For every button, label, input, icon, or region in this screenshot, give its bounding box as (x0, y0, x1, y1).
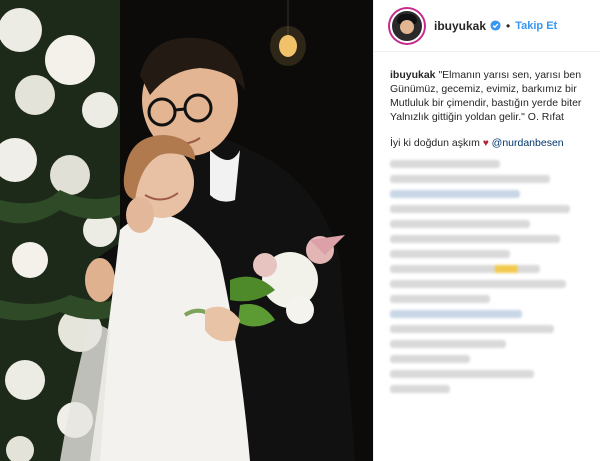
avatar[interactable] (390, 8, 424, 43)
caption-username[interactable]: ibuyukak (390, 69, 436, 81)
verified-badge-icon (490, 20, 501, 31)
post-photo[interactable] (0, 0, 373, 461)
username[interactable]: ibuyukak (434, 19, 486, 33)
caption-line-3: Mutluluk bir çimendir, bastığın yerde bi… (390, 97, 582, 109)
caption-line-4: Yalnızlık gittiğin yoldan gelir." O. Rıf… (390, 111, 564, 123)
caption-line-2: Günümüz, gecemiz, evimiz, barkımız bir (390, 83, 577, 95)
follow-button[interactable]: Takip Et (515, 20, 557, 32)
heart-icon: ♥ (482, 138, 489, 149)
caption-line-1: "Elmanın yarısı sen, yarısı ben (438, 69, 582, 81)
wedding-photo-illustration (0, 0, 373, 461)
blurred-comments (390, 160, 590, 400)
post-side-panel: ibuyukak • Takip Et ibuyukak "Elmanın ya… (373, 0, 600, 461)
post-caption: ibuyukak "Elmanın yarısı sen, yarısı ben… (374, 52, 600, 151)
separator-dot: • (506, 18, 511, 33)
mention-link[interactable]: @nurdanbesen (492, 137, 564, 149)
post-header: ibuyukak • Takip Et (374, 0, 600, 52)
caption-birthday-text: İyi ki doğdun aşkım (390, 137, 480, 149)
instagram-post: ibuyukak • Takip Et ibuyukak "Elmanın ya… (0, 0, 600, 461)
